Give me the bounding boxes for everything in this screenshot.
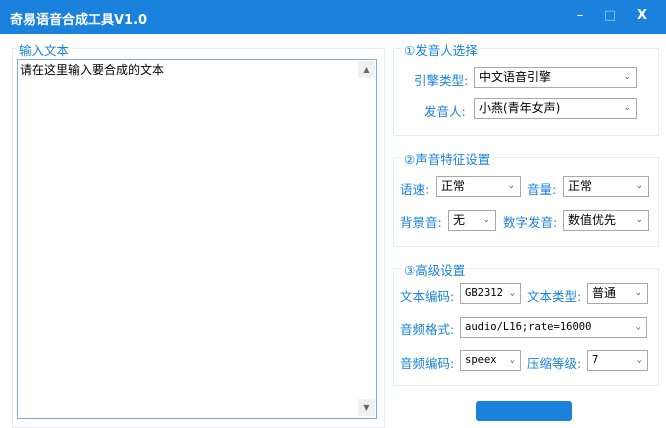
audio-format-value: audio/L16;rate=16000	[465, 321, 592, 333]
speed-select[interactable]: 正常 ⌄	[436, 176, 521, 197]
voice-value: 小燕(青年女声)	[479, 101, 561, 115]
compression-level-value: 7	[592, 354, 599, 366]
digit-pronunciation-label: 数字发音:	[503, 215, 558, 230]
text-encoding-label: 文本编码:	[400, 289, 455, 304]
audio-codec-value: speex	[465, 354, 497, 366]
compression-level-select[interactable]: 7 ⌄	[587, 350, 648, 371]
synthesize-button[interactable]	[476, 401, 572, 421]
audio-format-select[interactable]: audio/L16;rate=16000 ⌄	[460, 317, 647, 338]
audio-codec-select[interactable]: speex ⌄	[460, 350, 521, 371]
group-label: ③高级设置	[402, 260, 468, 279]
text-encoding-select[interactable]: GB2312 ⌄	[460, 283, 521, 304]
maximize-button[interactable]: □	[598, 6, 622, 26]
group-label: ②声音特征设置	[402, 149, 493, 168]
text-type-select[interactable]: 普通 ⌄	[587, 283, 648, 304]
volume-label: 音量:	[527, 182, 557, 197]
speed-value: 正常	[441, 179, 466, 193]
chevron-down-icon: ⌄	[509, 288, 515, 298]
group-label: ①发音人选择	[402, 40, 480, 59]
window-title: 奇易语音合成工具V1.0	[10, 13, 148, 28]
chevron-down-icon: ⌄	[623, 72, 631, 82]
chevron-down-icon: ⌄	[635, 181, 643, 191]
digit-pronunciation-select[interactable]: 数值优先 ⌄	[563, 210, 649, 231]
speed-label: 语速:	[400, 182, 430, 197]
speaker-group: ①发音人选择	[393, 40, 659, 136]
scroll-up-icon[interactable]: ▲	[358, 61, 375, 78]
digit-pronunciation-value: 数值优先	[568, 213, 617, 227]
background-sound-label: 背景音:	[400, 215, 442, 230]
chevron-down-icon: ⌄	[635, 322, 641, 332]
engine-select[interactable]: 中文语音引擎 ⌄	[474, 67, 637, 88]
chevron-down-icon: ⌄	[635, 215, 643, 225]
text-type-label: 文本类型:	[527, 289, 582, 304]
volume-select[interactable]: 正常 ⌄	[563, 176, 649, 197]
chevron-down-icon: ⌄	[623, 103, 631, 113]
audio-codec-label: 音频编码:	[400, 356, 455, 371]
engine-value: 中文语音引擎	[479, 70, 552, 84]
text-encoding-value: GB2312	[465, 287, 503, 299]
compression-level-label: 压缩等级:	[527, 356, 582, 371]
audio-format-label: 音频格式:	[400, 322, 455, 337]
voice-features-group: ②声音特征设置	[393, 149, 659, 247]
volume-value: 正常	[568, 179, 593, 193]
title-bar: 奇易语音合成工具V1.0 – □ X	[0, 0, 666, 34]
voice-select[interactable]: 小燕(青年女声) ⌄	[474, 98, 637, 119]
scrollbar[interactable]: ▲ ▼	[358, 61, 375, 416]
background-sound-value: 无	[453, 213, 466, 227]
chevron-down-icon: ⌄	[507, 181, 515, 191]
engine-label: 引擎类型:	[414, 73, 469, 88]
background-sound-select[interactable]: 无 ⌄	[448, 210, 496, 231]
text-type-value: 普通	[592, 286, 617, 300]
scroll-down-icon[interactable]: ▼	[358, 399, 375, 416]
chevron-down-icon: ⌄	[482, 215, 490, 225]
close-button[interactable]: X	[630, 6, 654, 26]
chevron-down-icon: ⌄	[634, 288, 642, 298]
minimize-button[interactable]: –	[568, 6, 592, 26]
chevron-down-icon: ⌄	[636, 355, 642, 365]
chevron-down-icon: ⌄	[509, 355, 515, 365]
voice-label: 发音人:	[424, 104, 466, 119]
text-input[interactable]: 请在这里输入要合成的文本	[17, 59, 377, 419]
group-label: 输入文本	[17, 40, 72, 59]
